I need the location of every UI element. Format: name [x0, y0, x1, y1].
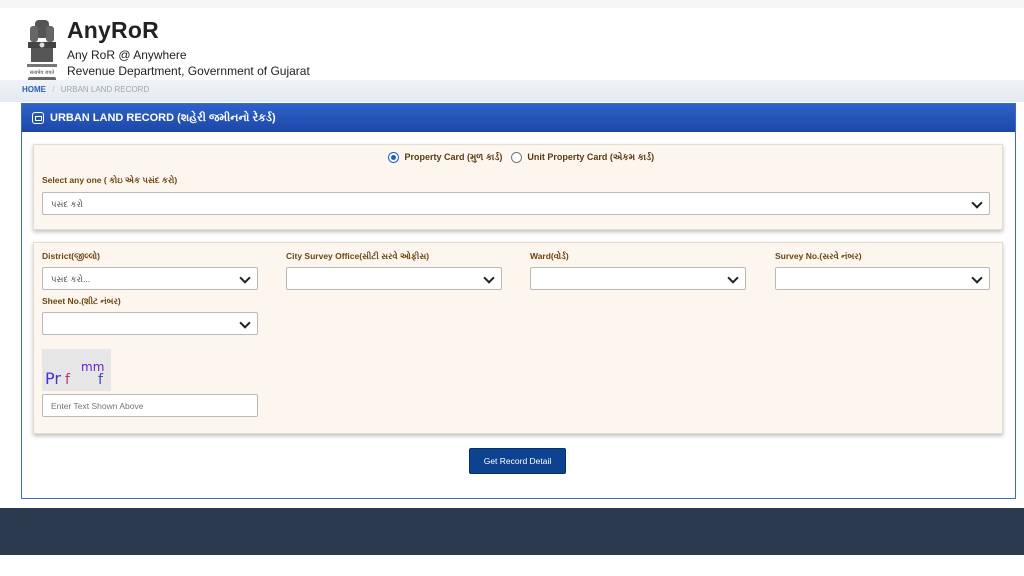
- breadcrumb-home-link[interactable]: HOME: [22, 85, 46, 94]
- panel-header: URBAN LAND RECORD (શહેરી જમીનનો રેકર્ડ): [22, 104, 1015, 132]
- breadcrumb-separator: /: [52, 85, 55, 94]
- unit-property-card-radio[interactable]: [510, 152, 522, 164]
- get-record-detail-button[interactable]: Get Record Detail: [469, 448, 566, 474]
- survey-no-dropdown[interactable]: [775, 267, 990, 290]
- property-card-label[interactable]: Property Card (મુળ કાર્ડ): [404, 152, 502, 162]
- ashoka-emblem-icon: सत्यमेव जयते: [27, 20, 57, 83]
- chevron-down-icon: [971, 272, 983, 284]
- sheet-no-dropdown[interactable]: [42, 312, 258, 335]
- site-footer: [0, 508, 1024, 555]
- app-tagline: Any RoR @ Anywhere: [67, 48, 187, 62]
- urban-land-record-panel: URBAN LAND RECORD (શહેરી જમીનનો રેકર્ડ) …: [21, 103, 1016, 499]
- record-type-section: Property Card (મુળ કાર્ડ) Unit Property …: [33, 144, 1003, 230]
- survey-no-label: Survey No.(સરવે નંબર): [775, 251, 862, 261]
- captcha-image: Pr f mm f: [42, 349, 111, 391]
- breadcrumb-current: URBAN LAND RECORD: [60, 85, 150, 94]
- breadcrumb: HOME / URBAN LAND RECORD: [22, 85, 149, 94]
- property-card-radio[interactable]: [387, 152, 399, 164]
- chevron-down-icon: [483, 272, 495, 284]
- select-any-one-dropdown[interactable]: પસંદ કરો: [42, 192, 990, 215]
- select-any-one-value: પસંદ કરો: [51, 199, 84, 209]
- svg-text:सत्यमेव जयते: सत्यमेव जयते: [30, 69, 55, 76]
- city-survey-office-label: City Survey Office(સીટી સરવે ઓફીસ): [286, 251, 430, 261]
- panel-title: URBAN LAND RECORD (શહેરી જમીનનો રેકર્ડ): [50, 111, 276, 124]
- city-survey-office-dropdown[interactable]: [286, 267, 502, 290]
- captcha-input[interactable]: [42, 394, 258, 417]
- page: सत्यमेव जयते AnyRoR Any RoR @ Anywhere R…: [0, 0, 1024, 576]
- unit-property-card-label[interactable]: Unit Property Card (એકમ કાર્ડ): [527, 152, 654, 162]
- footer-bottom-strip: [0, 555, 1024, 576]
- record-type-radio-group: Property Card (મુળ કાર્ડ) Unit Property …: [34, 152, 1002, 164]
- sheet-no-label: Sheet No.(શીટ નંબર): [42, 296, 121, 306]
- select-any-one-label: Select any one ( કોઇ એક પસંદ કરો): [42, 175, 178, 185]
- ward-label: Ward(વોર્ડ): [530, 251, 569, 261]
- district-value: પસંદ કરો...: [51, 274, 91, 284]
- chevron-down-icon: [971, 197, 983, 209]
- ward-dropdown[interactable]: [530, 267, 746, 290]
- breadcrumb-bar: [0, 80, 1024, 102]
- document-icon: [32, 112, 44, 124]
- district-dropdown[interactable]: પસંદ કરો...: [42, 267, 258, 290]
- site-header: सत्यमेव जयते AnyRoR Any RoR @ Anywhere R…: [0, 0, 1024, 83]
- chevron-down-icon: [239, 272, 251, 284]
- department-name: Revenue Department, Government of Gujara…: [67, 64, 310, 78]
- district-label: District(જીલ્લો): [42, 251, 100, 261]
- location-filter-section: District(જીલ્લો) પસંદ કરો... City Survey…: [33, 242, 1003, 434]
- chevron-down-icon: [727, 272, 739, 284]
- chevron-down-icon: [239, 317, 251, 329]
- app-title: AnyRoR: [67, 17, 159, 43]
- svg-text:Pr: Pr: [45, 369, 61, 388]
